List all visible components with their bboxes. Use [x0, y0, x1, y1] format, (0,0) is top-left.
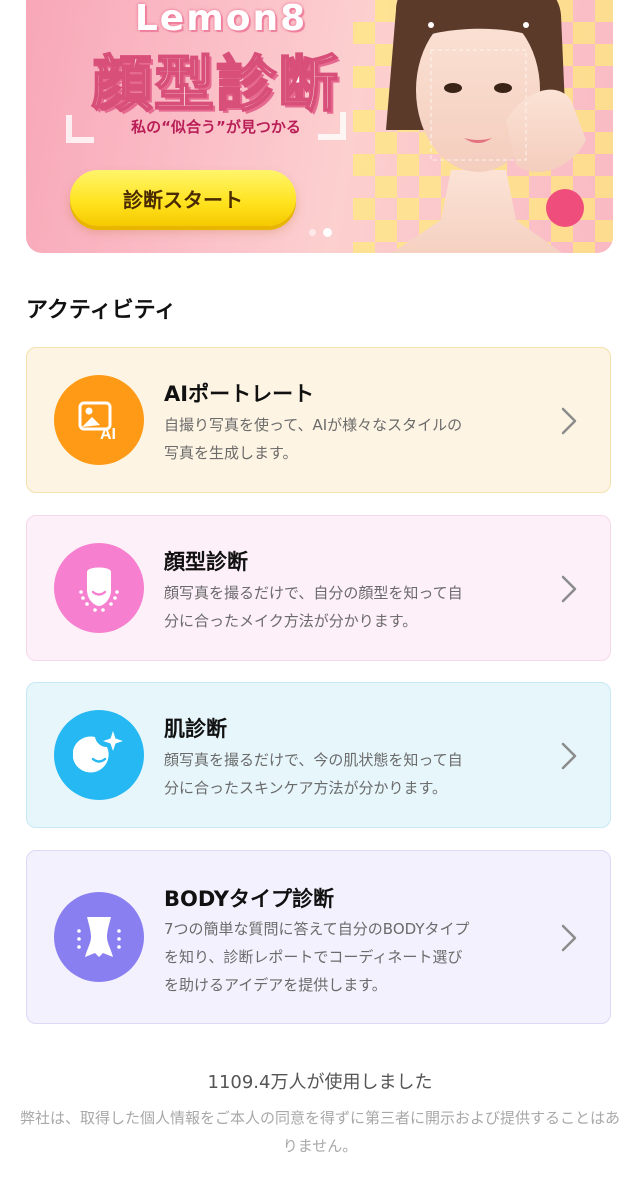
activity-card-ai-portrait[interactable]: AI AIポートレート 自撮り写真を使って、AIが様々なスタイルの 写真を生成し…: [26, 347, 611, 493]
activity-card-face-type[interactable]: 顔型診断 顔写真を撮るだけで、自分の顔型を知って自 分に合ったメイク方法が分かり…: [26, 515, 611, 661]
activity-description: 顔写真を撮るだけで、自分の顔型を知って自 分に合ったメイク方法が分かります。: [164, 584, 463, 630]
carousel-dot-active[interactable]: [323, 228, 332, 237]
face-shape-icon: [54, 543, 144, 633]
activity-title: 顔型診断: [164, 550, 248, 574]
start-diagnosis-button[interactable]: 診断スタート: [70, 170, 296, 226]
banner-brand: Lemon8: [134, 0, 308, 39]
activity-description: 自撮り写真を使って、AIが様々なスタイルの 写真を生成します。: [164, 416, 463, 462]
activity-description: 顔写真を撮るだけで、今の肌状態を知って自 分に合ったスキンケア方法が分かります。: [164, 751, 463, 797]
chevron-right-icon: [561, 924, 577, 952]
activity-title: 肌診断: [164, 717, 227, 741]
hero-banner[interactable]: Lemon8 顔型診断 私の“似合う”が見つかる 診断スタート: [26, 0, 613, 253]
skin-sparkle-icon: [54, 710, 144, 800]
activity-description: 7つの簡単な質問に答えて自分のBODYタイプ を知り、診断レポートでコーディネー…: [164, 920, 470, 994]
chevron-right-icon: [561, 742, 577, 770]
banner-decor-circle: [546, 189, 584, 227]
carousel-indicator[interactable]: [309, 228, 332, 237]
section-title: アクティビティ: [26, 298, 177, 323]
privacy-note: 弊社は、取得した個人情報をご本人の同意を得ずに第三者に開示および提供することはあ…: [20, 1109, 621, 1155]
banner-tagline: 私の“似合う”が見つかる: [131, 118, 301, 136]
svg-text:AI: AI: [100, 426, 116, 443]
activity-title: BODYタイプ診断: [164, 887, 334, 911]
chevron-right-icon: [561, 575, 577, 603]
ai-image-icon: AI: [54, 375, 144, 465]
activity-title: AIポートレート: [164, 382, 315, 406]
banner-headline: 顔型診断: [91, 49, 340, 121]
activity-card-skin[interactable]: 肌診断 顔写真を撮るだけで、今の肌状態を知って自 分に合ったスキンケア方法が分か…: [26, 682, 611, 828]
usage-count: 1109.4万人が使用しました: [207, 1072, 433, 1093]
chevron-right-icon: [561, 407, 577, 435]
body-type-icon: [54, 892, 144, 982]
carousel-dot[interactable]: [309, 229, 316, 236]
activity-card-body-type[interactable]: BODYタイプ診断 7つの簡単な質問に答えて自分のBODYタイプ を知り、診断レ…: [26, 850, 611, 1024]
